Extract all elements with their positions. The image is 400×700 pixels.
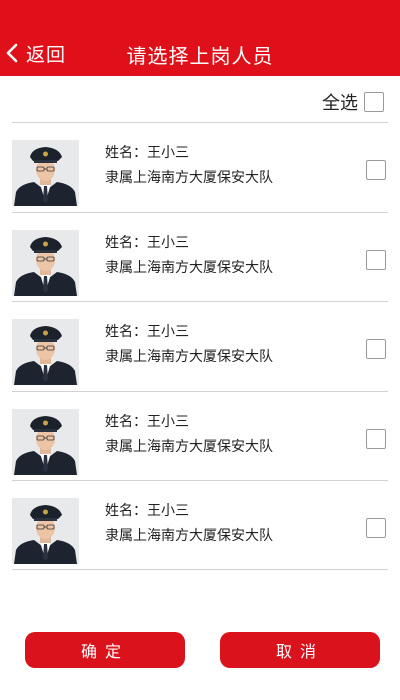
person-unit: 隶属上海南方大厦保安大队 (105, 349, 273, 366)
page-title: 请选择上岗人员 (126, 44, 274, 68)
guard-avatar-image (12, 229, 79, 296)
person-checkbox[interactable] (366, 249, 386, 270)
person-unit: 隶属上海南方大厦保安大队 (105, 259, 273, 276)
avatar (12, 408, 79, 475)
avatar (12, 319, 79, 386)
person-checkbox[interactable] (366, 339, 386, 360)
person-checkbox[interactable] (366, 518, 386, 539)
avatar (12, 229, 79, 296)
person-info: 姓名：王小三 隶属上海南方大厦保安大队 (105, 234, 273, 277)
person-info: 姓名：王小三 隶属上海南方大厦保安大队 (105, 413, 273, 456)
person-unit: 隶属上海南方大厦保安大队 (105, 170, 273, 186)
select-all-label: 全选 (322, 93, 358, 114)
person-info: 姓名：王小三 隶属上海南方大厦保安大队 (105, 502, 273, 545)
person-unit: 隶属上海南方大厦保安大队 (105, 438, 273, 455)
person-name: 姓名：王小三 (105, 413, 189, 430)
guard-avatar-image (12, 140, 79, 206)
confirm-button[interactable]: 确定 (25, 632, 185, 668)
person-unit: 隶属上海南方大厦保安大队 (105, 528, 273, 545)
select-all-checkbox[interactable] (364, 92, 384, 112)
personnel-list: 姓名：王小三 隶属上海南方大厦保安大队 姓名：王小三 隶属上海南方大厦保安大队 … (12, 122, 388, 570)
list-item[interactable]: 姓名：王小三 隶属上海南方大厦保安大队 (12, 301, 388, 391)
guard-avatar-image (12, 408, 79, 475)
list-item[interactable]: 姓名：王小三 隶属上海南方大厦保安大队 (12, 122, 388, 212)
person-name: 姓名：王小三 (105, 503, 189, 520)
guard-avatar-image (12, 498, 79, 565)
app-header: 返回 请选择上岗人员 (0, 0, 400, 76)
list-item[interactable]: 姓名：王小三 隶属上海南方大厦保安大队 (12, 390, 388, 481)
person-name: 姓名：王小三 (105, 324, 189, 341)
avatar (12, 498, 79, 565)
avatar (12, 140, 79, 206)
person-checkbox[interactable] (366, 428, 386, 449)
guard-avatar-image (12, 319, 79, 386)
list-item[interactable]: 姓名：王小三 隶属上海南方大厦保安大队 (12, 480, 388, 570)
list-item[interactable]: 姓名：王小三 隶属上海南方大厦保安大队 (12, 211, 388, 302)
cancel-button[interactable]: 取消 (220, 632, 380, 668)
person-info: 姓名：王小三 隶属上海南方大厦保安大队 (105, 144, 273, 187)
person-name: 姓名：王小三 (105, 145, 189, 161)
select-all[interactable]: 全选 (322, 90, 384, 114)
person-name: 姓名：王小三 (105, 234, 189, 251)
person-checkbox[interactable] (366, 160, 386, 180)
person-info: 姓名：王小三 隶属上海南方大厦保安大队 (105, 323, 273, 366)
